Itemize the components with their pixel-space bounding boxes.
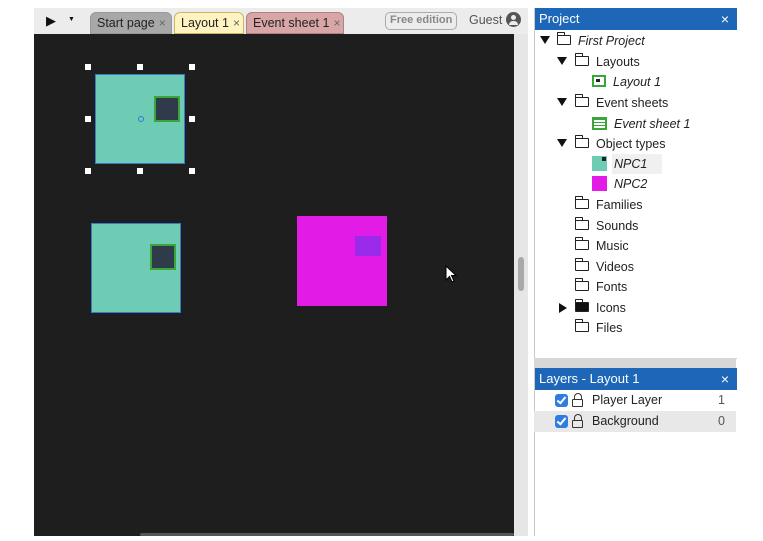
folder-icon	[574, 94, 589, 107]
npc2-inner-square	[355, 236, 381, 256]
close-icon[interactable]: ×	[233, 16, 240, 30]
layers-panel-header: Layers - Layout 1 ×	[535, 368, 737, 390]
npc1-inner-square	[154, 96, 180, 122]
panel-title: Project	[539, 11, 580, 26]
folder-icon	[574, 237, 589, 250]
resize-handle[interactable]	[137, 168, 143, 174]
sprite-icon	[592, 176, 607, 191]
panel-splitter[interactable]	[534, 358, 736, 368]
expand-arrow-icon[interactable]	[557, 139, 567, 147]
sprite-icon	[592, 156, 607, 171]
unlock-icon[interactable]	[572, 393, 584, 407]
origin-point	[138, 116, 144, 122]
visibility-checkbox[interactable]	[555, 415, 568, 428]
resize-handle[interactable]	[189, 116, 195, 122]
tab-layout-1[interactable]: Layout 1 ×	[174, 12, 244, 34]
resize-handle[interactable]	[85, 64, 91, 70]
layer-index: 0	[718, 414, 725, 428]
vertical-scrollbar-thumb[interactable]	[518, 257, 524, 291]
expand-arrow-icon[interactable]	[557, 98, 567, 106]
resize-handle[interactable]	[189, 168, 195, 174]
tree-label: Families	[596, 198, 643, 212]
expand-arrow-icon[interactable]	[540, 36, 550, 44]
tree-label: Music	[596, 239, 629, 253]
resize-handle[interactable]	[137, 64, 143, 70]
collapse-arrow-icon[interactable]	[559, 303, 567, 313]
tree-label: Files	[596, 321, 623, 335]
unlock-icon[interactable]	[572, 414, 584, 428]
layer-row-player-layer[interactable]: Player Layer 1	[534, 390, 736, 411]
folder-icon	[574, 278, 589, 291]
npc1-inner-square	[150, 244, 176, 270]
close-icon[interactable]: ×	[333, 16, 340, 30]
layer-name: Background	[592, 414, 659, 428]
tree-label: NPC2	[614, 177, 648, 191]
event-sheet-icon	[592, 117, 607, 130]
tab-event-sheet-1[interactable]: Event sheet 1 ×	[246, 12, 344, 34]
close-icon[interactable]: ×	[721, 8, 729, 30]
edition-badge[interactable]: Free edition	[385, 12, 458, 30]
tree-label: Event sheets	[596, 96, 669, 110]
layout-icon	[592, 75, 606, 87]
folder-icon	[574, 319, 589, 332]
tab-label: Layout 1	[181, 16, 229, 30]
expand-arrow-icon[interactable]	[557, 57, 567, 65]
visibility-checkbox[interactable]	[555, 394, 568, 407]
layer-row-background[interactable]: Background 0	[534, 411, 736, 432]
close-icon[interactable]: ×	[721, 368, 729, 390]
npc1-instance-selected[interactable]	[95, 74, 185, 164]
horizontal-scrollbar[interactable]	[140, 533, 514, 536]
tree-label: Fonts	[596, 280, 628, 294]
project-panel-header: Project ×	[535, 8, 737, 30]
close-icon[interactable]: ×	[159, 16, 166, 30]
tree-label: Layouts	[596, 55, 640, 69]
tab-label: Start page	[97, 16, 155, 30]
user-avatar-icon[interactable]	[506, 12, 521, 27]
folder-icon	[574, 217, 589, 230]
resize-handle[interactable]	[85, 168, 91, 174]
tree-label: Object types	[596, 137, 666, 151]
layer-name: Player Layer	[592, 393, 663, 407]
chevron-down-icon[interactable]: ▼	[68, 16, 75, 23]
editor-tab-bar: ▶ ▼ Start page × Layout 1 × Event sheet 1 ×…	[34, 8, 528, 34]
folder-icon	[574, 196, 589, 209]
npc1-instance[interactable]	[91, 223, 181, 313]
resize-handle[interactable]	[85, 116, 91, 122]
folder-icon	[574, 258, 589, 271]
panel-title: Layers - Layout 1	[539, 371, 640, 386]
tab-label: Event sheet 1	[253, 16, 330, 30]
tree-label: NPC1	[614, 157, 648, 171]
play-icon[interactable]: ▶	[46, 13, 56, 29]
tree-label: First Project	[578, 34, 645, 48]
user-name[interactable]: Guest	[469, 13, 502, 27]
tree-label: Sounds	[596, 219, 639, 233]
tree-label: Event sheet 1	[614, 117, 691, 131]
mouse-cursor-icon	[445, 265, 458, 283]
resize-handle[interactable]	[189, 64, 195, 70]
layer-index: 1	[718, 393, 725, 407]
folder-icon	[574, 53, 589, 66]
tree-label: Videos	[596, 260, 634, 274]
tab-start-page[interactable]: Start page ×	[90, 12, 172, 34]
folder-icon	[556, 32, 571, 45]
folder-filled-icon	[574, 299, 589, 312]
tree-label: Icons	[596, 301, 626, 315]
npc2-instance[interactable]	[297, 216, 387, 306]
folder-icon	[574, 135, 589, 148]
tree-label: Layout 1	[613, 75, 661, 89]
